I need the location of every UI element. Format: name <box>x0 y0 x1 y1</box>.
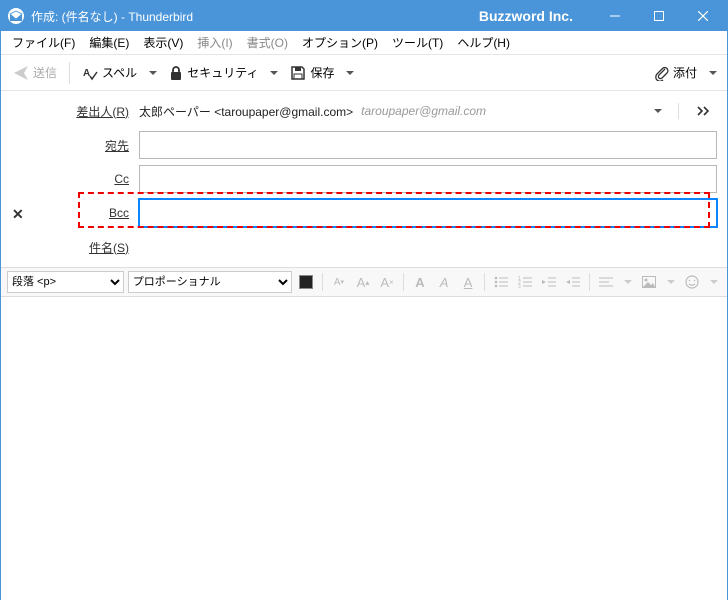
app-icon <box>7 7 25 25</box>
close-button[interactable] <box>681 1 725 31</box>
from-row: 差出人(R) 太郎ペーパー <taroupaper@gmail.com> tar… <box>41 97 717 125</box>
subject-input[interactable] <box>139 237 717 257</box>
attach-button[interactable]: 添付 <box>647 60 703 85</box>
titlebar: 作成: (件名なし) - Thunderbird Buzzword Inc. <box>1 1 727 31</box>
font-size-decrease-button[interactable]: A▾ <box>329 271 349 293</box>
minimize-button[interactable] <box>593 1 637 31</box>
paragraph-style-select[interactable]: 段落 <p> <box>7 271 124 293</box>
svg-text:3: 3 <box>518 284 521 288</box>
from-email-display: taroupaper@gmail.com <box>361 104 486 118</box>
message-headers: 差出人(R) 太郎ペーパー <taroupaper@gmail.com> tar… <box>1 91 727 267</box>
lock-icon <box>169 65 183 81</box>
font-size-increase-button[interactable]: A▴ <box>353 271 373 293</box>
indent-button[interactable] <box>563 271 583 293</box>
text-color-button[interactable] <box>296 271 316 293</box>
menubar: ファイル(F) 編集(E) 表示(V) 挿入(I) 書式(O) オプション(P)… <box>1 31 727 55</box>
window-title: 作成: (件名なし) - Thunderbird <box>31 8 193 25</box>
numbered-list-button[interactable]: 123 <box>515 271 535 293</box>
cc-input[interactable] <box>139 165 717 193</box>
subject-label[interactable]: 件名(S) <box>41 239 139 256</box>
bold-button[interactable]: A <box>410 271 430 293</box>
maximize-button[interactable] <box>637 1 681 31</box>
security-button[interactable]: セキュリティ <box>163 60 264 85</box>
align-button[interactable] <box>596 271 616 293</box>
bcc-row: Bcc <box>41 199 717 227</box>
menu-options[interactable]: オプション(P) <box>295 32 385 53</box>
send-icon <box>13 65 29 81</box>
emoji-dropdown[interactable] <box>706 276 721 288</box>
brand-name: Buzzword Inc. <box>479 8 573 24</box>
remove-formatting-button[interactable]: A× <box>377 271 397 293</box>
security-dropdown[interactable] <box>266 67 282 79</box>
outdent-button[interactable] <box>539 271 559 293</box>
align-dropdown[interactable] <box>620 276 635 288</box>
insert-image-button[interactable] <box>639 271 659 293</box>
insert-dropdown[interactable] <box>663 276 678 288</box>
to-input[interactable] <box>139 131 717 159</box>
to-row: 宛先 <box>41 131 717 159</box>
bcc-input[interactable] <box>139 199 717 227</box>
menu-insert[interactable]: 挿入(I) <box>190 32 239 53</box>
remove-bcc-button[interactable]: ✕ <box>12 206 24 223</box>
menu-tools[interactable]: ツール(T) <box>385 32 450 53</box>
from-dropdown[interactable] <box>650 105 666 117</box>
from-identity[interactable]: 太郎ペーパー <taroupaper@gmail.com> <box>139 103 353 120</box>
svg-text:A: A <box>83 68 90 79</box>
bullet-list-button[interactable] <box>491 271 511 293</box>
menu-help[interactable]: ヘルプ(H) <box>450 32 517 53</box>
from-label[interactable]: 差出人(R) <box>41 103 139 120</box>
spell-check-icon: A <box>82 65 98 81</box>
format-toolbar: 段落 <p> プロポーショナル A▾ A▴ A× A A A 123 <box>1 267 727 297</box>
spell-button[interactable]: A スペル <box>76 60 143 85</box>
subject-row: 件名(S) <box>41 233 717 261</box>
more-recipients-button[interactable] <box>691 104 717 118</box>
spell-dropdown[interactable] <box>145 67 161 79</box>
italic-button[interactable]: A <box>434 271 454 293</box>
send-button[interactable]: 送信 <box>7 60 63 85</box>
save-button[interactable]: 保存 <box>284 60 340 85</box>
cc-row: Cc <box>41 165 717 193</box>
menu-file[interactable]: ファイル(F) <box>5 32 82 53</box>
chevrons-right-icon <box>697 106 711 116</box>
paperclip-icon <box>653 65 669 81</box>
color-swatch-icon <box>299 275 313 289</box>
compose-toolbar: 送信 A スペル セキュリティ 保存 添付 <box>1 55 727 91</box>
to-label[interactable]: 宛先 <box>41 137 139 154</box>
save-dropdown[interactable] <box>342 67 358 79</box>
attach-dropdown[interactable] <box>705 67 721 79</box>
underline-button[interactable]: A <box>458 271 478 293</box>
message-body-editor[interactable] <box>1 297 727 607</box>
menu-view[interactable]: 表示(V) <box>136 32 190 53</box>
menu-edit[interactable]: 編集(E) <box>82 32 136 53</box>
menu-format[interactable]: 書式(O) <box>240 32 295 53</box>
save-icon <box>290 65 306 81</box>
bcc-label[interactable]: Bcc <box>41 206 139 220</box>
emoji-button[interactable] <box>682 271 702 293</box>
cc-label[interactable]: Cc <box>41 172 139 186</box>
font-family-select[interactable]: プロポーショナル <box>128 271 292 293</box>
